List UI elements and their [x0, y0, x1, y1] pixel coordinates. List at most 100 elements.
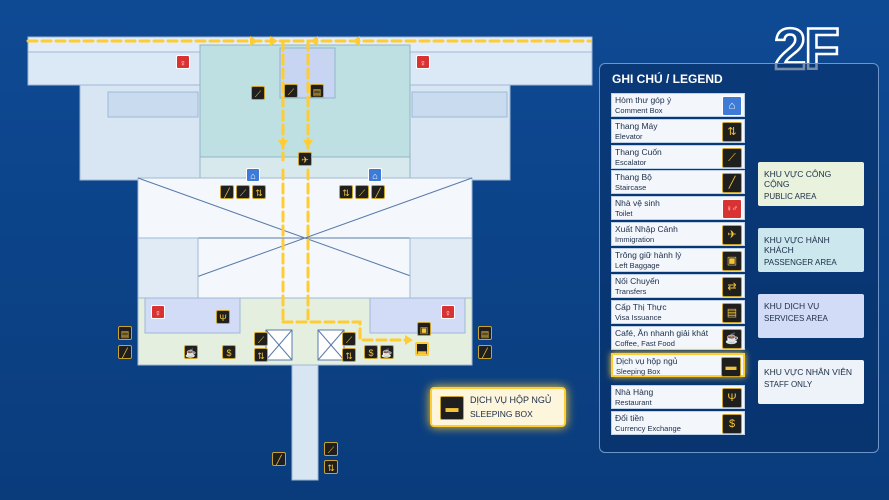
area-staff: KHU VỰC NHÂN VIÊN STAFF ONLY: [758, 360, 864, 404]
legend-item-en: Restaurant: [615, 398, 652, 407]
coffee-icon: ☕: [380, 345, 394, 359]
staircase-icon: ╱: [478, 345, 492, 359]
right-block-inner: [411, 91, 508, 118]
legend-item: Thang Cuốn Escalator ⟋: [611, 145, 745, 169]
escalator-icon: ⟋: [355, 185, 369, 199]
immigration-icon: ✈: [722, 225, 742, 245]
legend-item-vi: Café, Ăn nhanh giải khát: [615, 328, 709, 338]
legend-item-vi: Xuất Nhập Cảnh: [615, 224, 678, 234]
visa-icon: ▤: [310, 84, 324, 98]
escalator-icon: ⟋: [251, 86, 265, 100]
legend-item-en: Visa Issuance: [615, 313, 662, 322]
legend-item-vi: Thang Bộ: [615, 172, 652, 182]
elevator-icon: ⇅: [324, 460, 338, 474]
restaurant-icon: Ψ: [216, 310, 230, 324]
escalator-icon: ⟋: [324, 442, 338, 456]
legend-item-vi: Hòm thư góp ý: [615, 95, 672, 105]
staircase-icon: ╱: [118, 345, 132, 359]
legend-item-vi: Thang Máy: [615, 121, 658, 131]
coffee-icon: ☕: [184, 345, 198, 359]
staircase-icon: ╱: [371, 185, 385, 199]
area-services: KHU DỊCH VỤ SERVICES AREA: [758, 294, 864, 338]
legend-item-vi: Đổi tiền: [615, 413, 644, 423]
visa-icon: ▤: [722, 303, 742, 323]
area-passenger-en: PASSENGER AREA: [764, 258, 837, 267]
left-wing: [27, 51, 201, 86]
elevator-icon: ⇅: [339, 185, 353, 199]
toilet-icon: ♀♂: [722, 199, 742, 219]
toilet-icon: ♀: [416, 55, 430, 69]
right-wing: [409, 51, 593, 86]
callout-en: SLEEPING BOX: [470, 409, 533, 419]
legend-item: Đổi tiền Currency Exchange $: [611, 411, 745, 435]
visa-icon: ▤: [118, 326, 132, 340]
left-block-inner: [107, 91, 199, 118]
area-services-en: SERVICES AREA: [764, 314, 828, 323]
legend-item-en: Elevator: [615, 132, 643, 141]
elevator-icon: ⇅: [722, 122, 742, 142]
transfers-icon: ⇄: [722, 277, 742, 297]
comment-box-icon: ⌂: [368, 168, 382, 182]
legend-item-vi: Thang Cuốn: [615, 147, 662, 157]
restaurant-icon: Ψ: [722, 388, 742, 408]
legend-item-en: Transfers: [615, 287, 647, 296]
legend-item-en: Coffee, Fast Food: [615, 339, 675, 348]
legend-item-vi: Dịch vụ hộp ngủ: [616, 356, 678, 366]
area-passenger: KHU VỰC HÀNH KHÁCH PASSENGER AREA: [758, 228, 864, 272]
area-staff-vi: KHU VỰC NHÂN VIÊN: [764, 367, 853, 377]
currency-exchange-icon: $: [364, 345, 378, 359]
legend-item-vi: Trông giữ hành lý: [615, 250, 682, 260]
staircase-icon: ╱: [272, 452, 286, 466]
sleeping-box-icon: ▬: [440, 396, 464, 420]
legend-item-vi: Nhà Hàng: [615, 387, 654, 397]
toilet-icon: ♀: [151, 305, 165, 319]
elevator-icon: ⇅: [254, 348, 268, 362]
staircase-icon: ╱: [220, 185, 234, 199]
legend-item-vi: Nối Chuyến: [615, 276, 660, 286]
baggage-icon: ▣: [722, 251, 742, 271]
legend-item-en: Escalator: [615, 158, 647, 167]
left-hall-block: [137, 237, 199, 299]
legend-item: Thang Bộ Staircase ╱: [611, 170, 745, 194]
legend-item-en: Left Baggage: [615, 261, 660, 270]
legend-item: Nối Chuyến Transfers ⇄: [611, 274, 745, 298]
legend-item: Cấp Thị Thực Visa Issuance ▤: [611, 300, 745, 324]
area-services-vi: KHU DỊCH VỤ: [764, 301, 820, 311]
escalator-icon: ⟋: [236, 185, 250, 199]
legend-item-en: Toilet: [615, 209, 633, 218]
staircase-icon: ╱: [722, 173, 742, 193]
area-public: KHU VỰC CÔNG CỘNG PUBLIC AREA: [758, 162, 864, 206]
area-staff-en: STAFF ONLY: [764, 380, 813, 389]
coffee-icon: ☕: [722, 329, 742, 349]
baggage-icon: ▣: [417, 322, 431, 336]
toilet-icon: ♀: [176, 55, 190, 69]
legend-item: Nhà vệ sinh Toilet ♀♂: [611, 196, 745, 220]
legend-item-vi: Nhà vệ sinh: [615, 198, 660, 208]
legend-item: Dịch vụ hộp ngủ Sleeping Box ▬: [611, 353, 745, 377]
elevator-icon: ⇅: [252, 185, 266, 199]
legend-item-vi: Cấp Thị Thực: [615, 302, 667, 312]
escalator-icon: ⟋: [342, 332, 356, 346]
comment-box-icon: ⌂: [722, 96, 742, 116]
legend-item: Thang Máy Elevator ⇅: [611, 119, 745, 143]
escalator-icon: ⟋: [722, 148, 742, 168]
sleeping-box-icon: ▬: [721, 357, 741, 377]
legend-item: Hòm thư góp ý Comment Box ⌂: [611, 93, 745, 117]
immigration-icon: ✈: [298, 152, 312, 166]
legend-item: Trông giữ hành lý Left Baggage ▣: [611, 248, 745, 272]
area-public-vi: KHU VỰC CÔNG CỘNG: [764, 169, 832, 189]
right-hall-block: [409, 237, 473, 299]
legend-item-en: Immigration: [615, 235, 655, 244]
currency-exchange-icon: $: [222, 345, 236, 359]
legend-item: Café, Ăn nhanh giải khát Coffee, Fast Foo…: [611, 326, 745, 350]
toilet-icon: ♀: [441, 305, 455, 319]
visa-icon: ▤: [478, 326, 492, 340]
legend-item: Xuất Nhập Cảnh Immigration ✈: [611, 222, 745, 246]
legend-item: Nhà Hàng Restaurant Ψ: [611, 385, 745, 409]
legend-panel: GHI CHÚ / LEGEND Hòm thư góp ý Comment Bo…: [599, 63, 879, 453]
legend-item-en: Currency Exchange: [615, 424, 681, 433]
legend-item-en: Staircase: [615, 183, 647, 192]
elevator-icon: ⇅: [342, 348, 356, 362]
sleeping-box-icon: ▬: [415, 342, 429, 356]
escalator-icon: ⟋: [254, 332, 268, 346]
